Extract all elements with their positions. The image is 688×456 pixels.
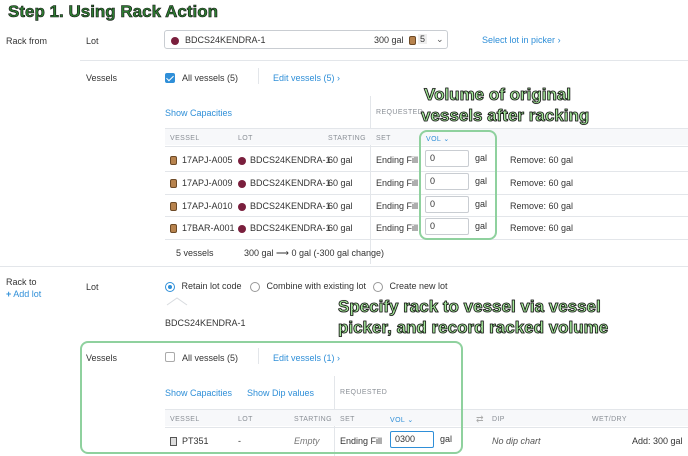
row-add: Add: 300 gal xyxy=(632,436,683,446)
lot-swatch-icon xyxy=(238,178,250,188)
arrow-right-icon: ⟶ xyxy=(276,248,289,258)
row-starting: 60 gal xyxy=(328,201,353,211)
row-dip: No dip chart xyxy=(492,436,541,446)
lot-swatch-icon xyxy=(171,35,183,45)
row-remove: Remove: 60 gal xyxy=(510,178,574,188)
row-vessel: 17APJ-A010 xyxy=(182,201,233,211)
step-title: Step 1. Using Rack Action xyxy=(8,2,219,22)
lot-swatch-icon xyxy=(238,201,250,211)
footer-from: 300 gal xyxy=(244,248,274,258)
caret-pointer-icon xyxy=(166,297,188,306)
barrel-icon xyxy=(170,223,181,234)
row-remove: Remove: 60 gal xyxy=(510,223,574,233)
footer-to: 0 gal (-300 gal change) xyxy=(291,248,385,258)
row-remove: Remove: 60 gal xyxy=(510,155,574,165)
chevron-down-icon: ⌄ xyxy=(436,34,444,44)
rack-from-label: Rack from xyxy=(6,36,48,46)
radio-unselected-icon xyxy=(373,281,383,292)
row-set: Ending Fill xyxy=(376,178,419,188)
row-starting: 60 gal xyxy=(328,155,353,165)
lot-select-count: 5 xyxy=(418,34,428,44)
row-remove: Remove: 60 gal xyxy=(510,201,574,211)
col-lot: LOT xyxy=(238,135,253,142)
row-vessel: 17APJ-A009 xyxy=(182,178,233,188)
show-capacities-link[interactable]: Show Capacities xyxy=(165,108,232,118)
radio-unselected-icon xyxy=(250,281,260,292)
select-lot-in-picker-link[interactable]: Select lot in picker › xyxy=(482,35,561,45)
annotation-highlight-box xyxy=(419,130,497,240)
all-vessels-checkbox[interactable] xyxy=(165,72,175,83)
add-lot-button[interactable]: + Add lot xyxy=(6,289,41,299)
row-set: Ending Fill xyxy=(376,155,419,165)
row-set: Ending Fill xyxy=(376,223,419,233)
row-lot: BDCS24KENDRA-1 xyxy=(250,201,331,211)
chevron-right-icon: › xyxy=(337,73,341,83)
row-lot: BDCS24KENDRA-1 xyxy=(250,223,331,233)
edit-vessels-link[interactable]: Edit vessels (5) › xyxy=(273,73,340,83)
requested-header: REQUESTED xyxy=(376,109,424,116)
row-vessel: 17BAR-A001 xyxy=(182,223,235,233)
row-starting: 60 gal xyxy=(328,178,353,188)
row-vessel: 17APJ-A005 xyxy=(182,155,233,165)
plus-icon: + xyxy=(6,289,12,299)
rack-from-vessels-label: Vessels xyxy=(86,73,118,83)
annotation-specify-line1: Specify rack to vessel via vessel xyxy=(338,297,602,317)
row-lot: BDCS24KENDRA-1 xyxy=(250,155,331,165)
barrel-icon xyxy=(170,201,181,212)
rack-from-lot-label: Lot xyxy=(86,36,99,46)
combine-existing-lot-option[interactable]: Combine with existing lot xyxy=(250,281,366,292)
radio-selected-icon xyxy=(165,281,175,292)
lot-select-volume: 300 gal xyxy=(374,35,404,45)
annotation-volume-line2: vessels after racking xyxy=(421,106,590,126)
row-set: Ending Fill xyxy=(376,201,419,211)
all-vessels-label: All vessels (5) xyxy=(182,73,239,83)
col-set: SET xyxy=(376,135,391,142)
rack-from-lot-select[interactable]: BDCS24KENDRA-1 300 gal 5 ⌄ xyxy=(164,30,448,49)
lot-swatch-icon xyxy=(238,155,250,165)
footer-volume-change: 300 gal ⟶ 0 gal (-300 gal change) xyxy=(244,248,384,259)
rack-to-lot-label: Lot xyxy=(86,282,99,292)
barrel-icon xyxy=(170,178,181,189)
lot-swatch-icon xyxy=(238,223,250,233)
retain-lot-code-option[interactable]: Retain lot code xyxy=(165,281,242,292)
col-starting: STARTING xyxy=(328,135,366,142)
col-dip: DIP xyxy=(492,416,505,423)
create-new-lot-option[interactable]: Create new lot xyxy=(373,281,448,292)
barrel-icon xyxy=(170,155,181,166)
chevron-right-icon: › xyxy=(557,35,561,45)
rack-to-lot-code: BDCS24KENDRA-1 xyxy=(165,318,246,328)
lot-select-value: BDCS24KENDRA-1 xyxy=(185,35,266,45)
col-vessel: VESSEL xyxy=(170,135,200,142)
col-wetdry: WET/DRY xyxy=(592,416,627,423)
footer-vessel-count: 5 vessels xyxy=(176,248,214,258)
annotation-volume-line1: Volume of original xyxy=(424,85,572,105)
annotation-specify-line2: picker, and record racked volume xyxy=(338,318,609,338)
row-starting: 60 gal xyxy=(328,223,353,233)
row-lot: BDCS24KENDRA-1 xyxy=(250,178,331,188)
swap-arrows-icon[interactable]: ⇄ xyxy=(476,414,484,425)
annotation-highlight-box xyxy=(80,341,463,454)
rack-to-label: Rack to xyxy=(6,277,37,287)
